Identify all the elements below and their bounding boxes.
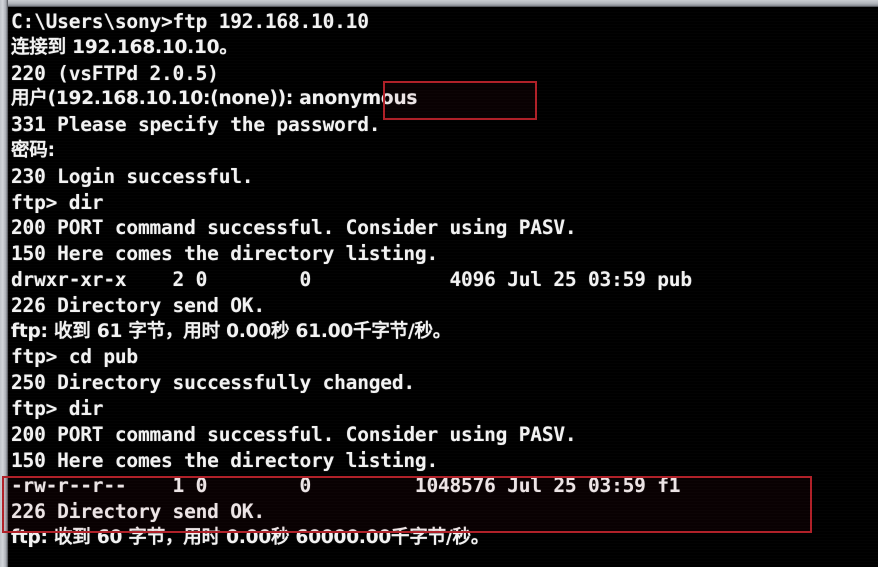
console-line: 220 (vsFTPd 2.0.5) <box>11 61 219 85</box>
console-line: 密码: <box>11 139 55 161</box>
console-line: 200 PORT command successful. Consider us… <box>11 216 577 240</box>
console-line: 226 Directory send OK. <box>11 500 265 524</box>
console-line: 230 Login successful. <box>11 164 254 188</box>
console-output-area[interactable]: C:\Users\sony>ftp 192.168.10.10 连接到 192.1… <box>9 7 878 567</box>
window-chrome-left-edge <box>0 0 8 567</box>
console-line: ftp: 收到 61 字节，用时 0.00秒 61.00千字节/秒。 <box>11 320 452 342</box>
console-line: -rw-r--r-- 1 0 0 1048576 Jul 25 03:59 f1 <box>11 474 681 498</box>
console-line: 200 PORT command successful. Consider us… <box>11 422 577 446</box>
console-line: 250 Directory successfully changed. <box>11 371 415 395</box>
console-line: 用户(192.168.10.10:(none)): anonymous <box>11 88 418 110</box>
console-line: ftp> cd pub <box>11 345 138 369</box>
terminal-window: C:\Users\sony>ftp 192.168.10.10 连接到 192.1… <box>0 0 878 567</box>
console-line: ftp> dir <box>11 190 104 214</box>
console-line: C:\Users\sony>ftp 192.168.10.10 <box>11 10 369 33</box>
console-line: 331 Please specify the password. <box>11 113 381 137</box>
console-line: ftp: 收到 60 字节，用时 0.00秒 60000.00千字节/秒。 <box>11 526 490 548</box>
console-line: 150 Here comes the directory listing. <box>11 242 438 266</box>
console-line: 150 Here comes the directory listing. <box>11 448 438 472</box>
console-line: ftp> dir <box>11 396 104 420</box>
window-chrome-top-edge <box>0 0 878 7</box>
console-line: drwxr-xr-x 2 0 0 4096 Jul 25 03:59 pub <box>11 267 692 291</box>
console-line: 226 Directory send OK. <box>11 293 265 317</box>
console-line: 连接到 192.168.10.10。 <box>11 36 238 58</box>
